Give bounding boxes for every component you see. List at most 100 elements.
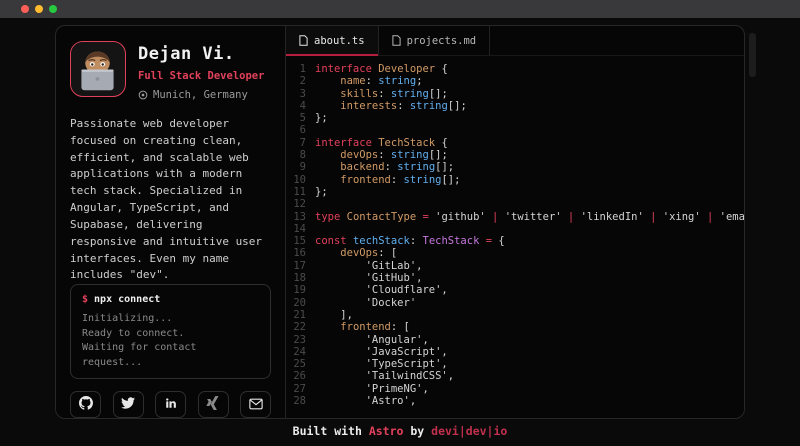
line-number: 11	[286, 186, 306, 198]
file-icon	[392, 35, 401, 46]
terminal-widget: $ npx connect Initializing...Ready to con…	[70, 284, 271, 379]
line-number: 17	[286, 260, 306, 272]
code-line: 26 'TailwindCSS',	[286, 370, 744, 382]
footer: Built with Astro by devi|dev|io	[0, 424, 800, 438]
line-number: 7	[286, 137, 306, 149]
code-line: 10 frontend: string[];	[286, 174, 744, 186]
terminal-command: $ npx connect	[82, 294, 259, 305]
code-line: 14	[286, 223, 744, 235]
line-number: 20	[286, 297, 306, 309]
email-icon	[249, 395, 263, 414]
code-line: 23 'Angular',	[286, 334, 744, 346]
twitter-icon	[121, 395, 135, 414]
code-line: 11};	[286, 186, 744, 198]
xing-icon	[206, 395, 220, 414]
line-number: 5	[286, 112, 306, 124]
line-content: devOps: [	[315, 247, 397, 259]
line-number: 8	[286, 149, 306, 161]
linkedin-icon	[164, 395, 178, 414]
code-line: 15 const techStack: TechStack = {	[286, 235, 744, 247]
line-content: backend: string[];	[315, 161, 454, 173]
code-line: 1 interface Developer {	[286, 63, 744, 75]
line-content: frontend: [	[315, 321, 410, 333]
code-line: 19 'Cloudflare',	[286, 284, 744, 296]
github-link-button[interactable]	[70, 391, 101, 418]
line-number: 13	[286, 211, 306, 223]
line-content: ],	[315, 309, 353, 321]
line-number: 3	[286, 88, 306, 100]
line-number: 21	[286, 309, 306, 321]
line-content: interface Developer {	[315, 63, 448, 75]
scrollbar-thumb[interactable]	[749, 33, 756, 77]
line-number: 6	[286, 124, 306, 136]
line-number: 4	[286, 100, 306, 112]
line-number: 24	[286, 346, 306, 358]
memoji-avatar	[71, 42, 124, 95]
minimize-window-icon[interactable]	[35, 5, 43, 13]
code-line: 13type ContactType = 'github' | 'twitter…	[286, 211, 744, 223]
email-link-button[interactable]	[240, 391, 271, 418]
social-links-row	[70, 391, 271, 418]
code-line: 3 skills: string[];	[286, 88, 744, 100]
code-line: 4 interests: string[];	[286, 100, 744, 112]
line-content: 'GitHub',	[315, 272, 422, 284]
line-content: interface TechStack {	[315, 137, 448, 149]
close-window-icon[interactable]	[21, 5, 29, 13]
twitter-link-button[interactable]	[113, 391, 144, 418]
code-line: 27 'PrimeNG',	[286, 383, 744, 395]
footer-prefix: Built with	[293, 424, 369, 438]
terminal-output-line: Waiting for contact request...	[82, 341, 259, 370]
code-line: 25 'TypeScript',	[286, 358, 744, 370]
tab-about.ts[interactable]: about.ts	[286, 26, 379, 55]
line-content: const techStack: TechStack = {	[315, 235, 505, 247]
line-number: 9	[286, 161, 306, 173]
line-number: 15	[286, 235, 306, 247]
tab-projects.md[interactable]: projects.md	[379, 26, 491, 55]
line-number: 14	[286, 223, 306, 235]
identity-block: Dejan Vi. Full Stack Developer Munich, G…	[138, 41, 264, 101]
window-titlebar	[0, 0, 800, 18]
profile-header: Dejan Vi. Full Stack Developer Munich, G…	[70, 41, 271, 101]
code-line: 21 ],	[286, 309, 744, 321]
profile-sidebar: Dejan Vi. Full Stack Developer Munich, G…	[56, 26, 286, 418]
code-editor: about.ts projects.md 1 interface Developer…	[286, 26, 744, 418]
terminal-command-text: npx connect	[94, 294, 160, 305]
footer-site-link[interactable]: devi|dev|io	[431, 424, 507, 438]
line-content: 'Cloudflare',	[315, 284, 448, 296]
line-number: 2	[286, 75, 306, 87]
line-content: name: string;	[315, 75, 423, 87]
terminal-output-line: Initializing...	[82, 312, 259, 327]
code-line: 20 'Docker'	[286, 297, 744, 309]
line-content: 'JavaScript',	[315, 346, 448, 358]
line-content: 'Docker'	[315, 297, 416, 309]
line-number: 23	[286, 334, 306, 346]
page: Dejan Vi. Full Stack Developer Munich, G…	[0, 0, 800, 446]
maximize-window-icon[interactable]	[49, 5, 57, 13]
code-line: 28 'Astro',	[286, 395, 744, 407]
line-number: 12	[286, 198, 306, 210]
terminal-prompt: $	[82, 294, 88, 305]
line-number: 10	[286, 174, 306, 186]
file-icon	[299, 35, 308, 46]
line-content: };	[315, 112, 328, 124]
line-content: 'TailwindCSS',	[315, 370, 454, 382]
line-number: 16	[286, 247, 306, 259]
code-line: 17 'GitLab',	[286, 260, 744, 272]
line-number: 18	[286, 272, 306, 284]
main-card: Dejan Vi. Full Stack Developer Munich, G…	[55, 25, 745, 419]
linkedin-link-button[interactable]	[155, 391, 186, 418]
line-content: 'TypeScript',	[315, 358, 448, 370]
profile-bio: Passionate web developer focused on crea…	[70, 116, 271, 284]
footer-astro-link[interactable]: Astro	[369, 424, 404, 438]
xing-link-button[interactable]	[198, 391, 229, 418]
line-content: interests: string[];	[315, 100, 467, 112]
profile-role: Full Stack Developer	[138, 70, 264, 82]
line-number: 22	[286, 321, 306, 333]
code-line: 6	[286, 124, 744, 136]
terminal-output: Initializing...Ready to connect.Waiting …	[82, 312, 259, 370]
location-text: Munich, Germany	[153, 89, 248, 101]
tab-label: projects.md	[407, 35, 477, 47]
code-line: 9 backend: string[];	[286, 161, 744, 173]
line-number: 1	[286, 63, 306, 75]
editor-tabbar: about.ts projects.md	[286, 26, 744, 56]
